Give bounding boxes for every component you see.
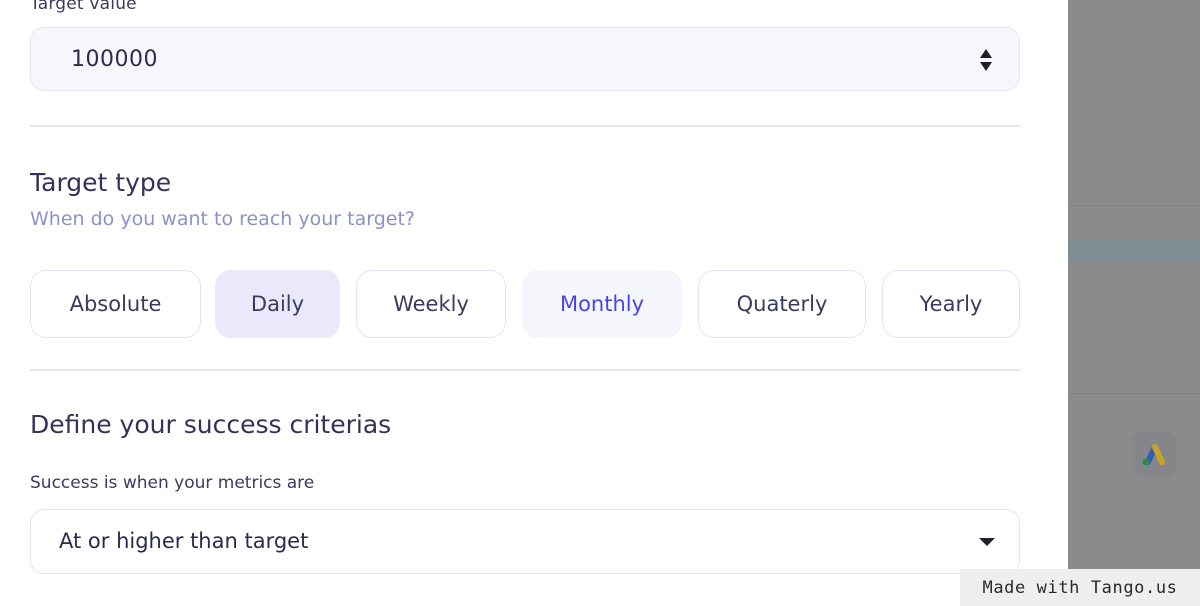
google-ads-icon: [1132, 432, 1176, 476]
success-criteria-label: Success is when your metrics are: [30, 473, 315, 493]
background-divider: [1068, 205, 1200, 206]
target-type-title: Target type: [30, 168, 172, 197]
option-yearly[interactable]: Yearly: [882, 270, 1020, 338]
option-weekly[interactable]: Weekly: [356, 270, 506, 338]
success-criteria-title: Define your success criterias: [30, 410, 392, 439]
screen: Target value 100000 Target type When do …: [0, 0, 1200, 606]
success-criteria-select[interactable]: At or higher than target: [30, 509, 1020, 574]
target-type-options: Absolute Daily Weekly Monthly Quaterly Y…: [30, 270, 1020, 338]
target-value-label: Target value: [30, 0, 137, 14]
target-value-text: 100000: [71, 47, 158, 72]
section-divider: [30, 369, 1020, 371]
target-type-subtitle: When do you want to reach your target?: [30, 208, 415, 230]
option-absolute[interactable]: Absolute: [30, 270, 201, 338]
background-overlay: [1068, 0, 1200, 606]
option-daily[interactable]: Daily: [215, 270, 340, 338]
option-monthly[interactable]: Monthly: [522, 270, 682, 338]
spinner-arrows-icon[interactable]: [979, 48, 993, 72]
option-quaterly[interactable]: Quaterly: [698, 270, 866, 338]
watermark: Made with Tango.us: [960, 569, 1200, 606]
chevron-down-icon: [979, 538, 995, 546]
section-divider: [30, 125, 1020, 127]
success-criteria-value: At or higher than target: [59, 529, 309, 553]
background-row-highlight: [1068, 240, 1200, 262]
target-value-input[interactable]: 100000: [30, 27, 1020, 91]
target-settings-panel: Target value 100000 Target type When do …: [0, 0, 1068, 606]
background-divider: [1068, 393, 1200, 394]
